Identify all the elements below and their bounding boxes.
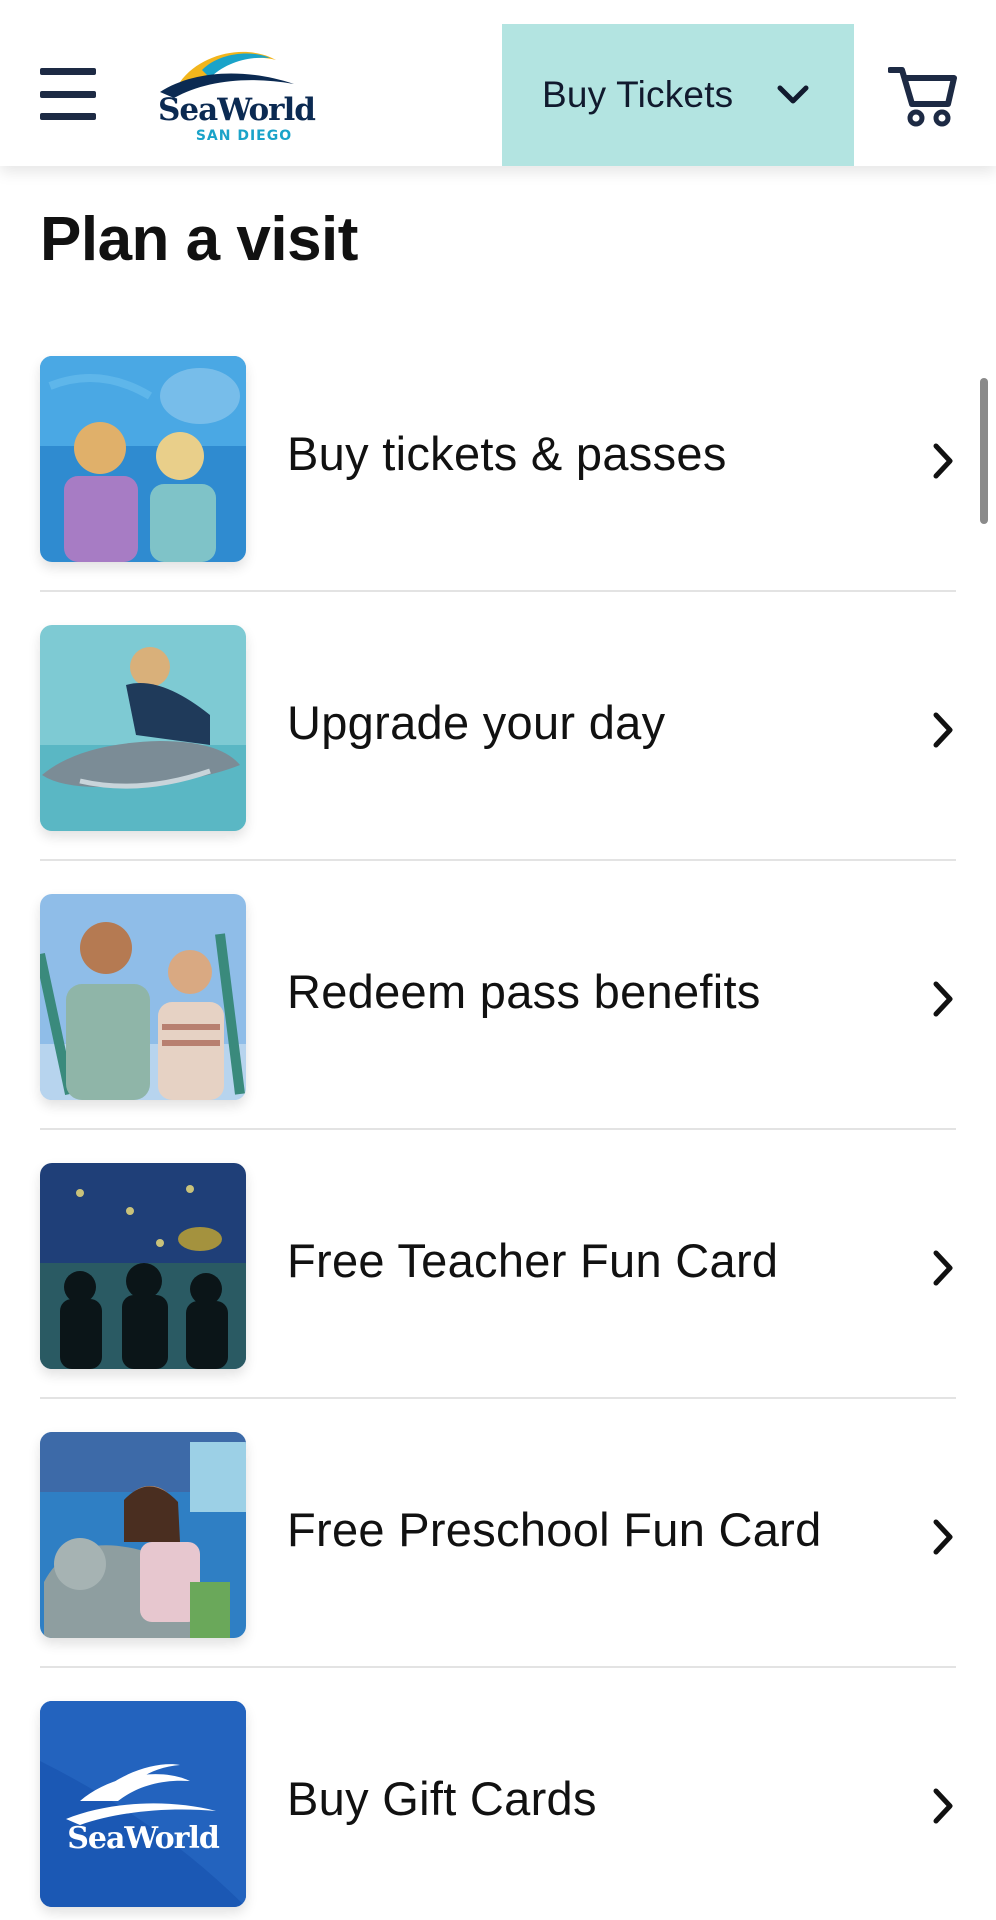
- list-item-label: Free Teacher Fun Card: [287, 1234, 779, 1287]
- seaworld-gift-card-image: SeaWorld: [40, 1701, 246, 1907]
- seaworld-logo[interactable]: SeaWorld SAN DIEGO: [154, 40, 320, 148]
- list-item-preschool-fun-card[interactable]: Free Preschool Fun Card: [0, 1428, 996, 1697]
- scrollbar[interactable]: [980, 378, 988, 524]
- site-header: SeaWorld SAN DIEGO Buy Tickets: [0, 0, 996, 166]
- couple-with-passes-photo: [40, 894, 246, 1100]
- page: SeaWorld SAN DIEGO Buy Tickets Plan a vi…: [0, 0, 996, 1920]
- chevron-right-icon: [933, 1519, 953, 1555]
- buy-tickets-label: Buy Tickets: [542, 74, 734, 115]
- divider: [40, 1666, 956, 1668]
- chevron-right-icon: [933, 1250, 953, 1286]
- logo-wordmark: SeaWorld: [158, 92, 316, 128]
- divider: [40, 590, 956, 592]
- list-item-label: Free Preschool Fun Card: [287, 1503, 822, 1556]
- chevron-right-icon: [933, 981, 953, 1017]
- list-item-gift-cards[interactable]: SeaWorld Buy Gift Cards: [0, 1697, 996, 1920]
- gift-card-wordmark: SeaWorld: [67, 1821, 220, 1856]
- family-at-aquarium-photo: [40, 356, 246, 562]
- divider: [40, 1397, 956, 1399]
- chevron-right-icon: [933, 443, 953, 479]
- plan-visit-list: Buy tickets & passes Upgrade your day Re…: [0, 352, 996, 1920]
- list-item-label: Buy tickets & passes: [287, 427, 727, 480]
- chevron-right-icon: [933, 712, 953, 748]
- list-item-redeem-pass[interactable]: Redeem pass benefits: [0, 890, 996, 1159]
- list-item-label: Upgrade your day: [287, 696, 666, 749]
- page-title: Plan a visit: [40, 205, 358, 274]
- chevron-right-icon: [933, 1788, 953, 1824]
- chevron-down-icon: [777, 85, 809, 104]
- list-item-buy-tickets[interactable]: Buy tickets & passes: [0, 352, 996, 621]
- divider: [40, 859, 956, 861]
- list-item-label: Redeem pass benefits: [287, 965, 761, 1018]
- shopping-cart-icon[interactable]: [888, 60, 958, 130]
- logo-location: SAN DIEGO: [195, 128, 293, 144]
- girl-hugging-sea-lion-photo: [40, 1432, 246, 1638]
- list-item-teacher-fun-card[interactable]: Free Teacher Fun Card: [0, 1159, 996, 1428]
- buy-tickets-button[interactable]: Buy Tickets: [502, 24, 854, 166]
- silhouettes-at-aquarium-photo: [40, 1163, 246, 1369]
- list-item-label: Buy Gift Cards: [287, 1772, 597, 1825]
- trainer-with-dolphin-photo: [40, 625, 246, 831]
- list-item-upgrade-day[interactable]: Upgrade your day: [0, 621, 996, 890]
- divider: [40, 1128, 956, 1130]
- hamburger-menu-icon[interactable]: [40, 68, 96, 120]
